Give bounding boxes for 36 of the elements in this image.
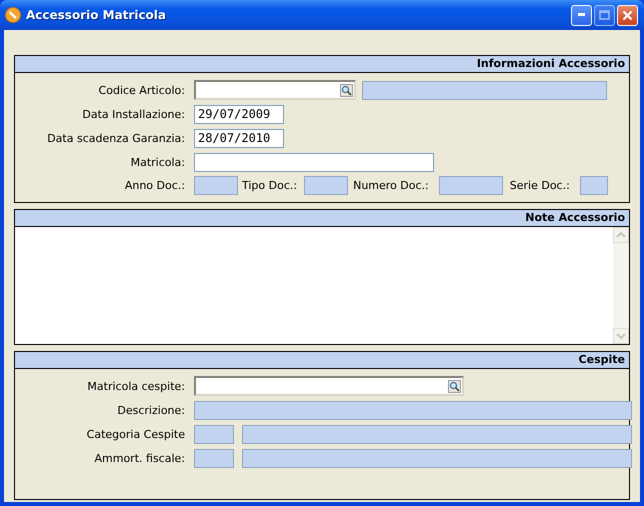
readonly-field bbox=[580, 176, 608, 194]
section-header: Note Accessorio bbox=[15, 210, 629, 227]
field-label: Descrizione: bbox=[116, 404, 186, 416]
field-label: Anno Doc.: bbox=[124, 178, 186, 192]
field-label: Codice Articolo: bbox=[98, 84, 186, 96]
field-label: Data Installazione: bbox=[81, 108, 186, 120]
maximize-icon bbox=[599, 10, 610, 20]
input-field[interactable] bbox=[194, 152, 434, 172]
readonly-field bbox=[194, 424, 234, 444]
field-label: Numero Doc.: bbox=[353, 178, 429, 192]
search-icon[interactable] bbox=[448, 380, 461, 392]
lookup-field[interactable] bbox=[194, 376, 464, 396]
field-label: Ammort. fiscale: bbox=[94, 452, 186, 464]
window-title: Accessorio Matricola bbox=[26, 8, 168, 22]
lookup-field[interactable] bbox=[194, 80, 356, 100]
close-icon bbox=[622, 10, 633, 20]
date-field[interactable]: 28/07/2010 bbox=[194, 128, 284, 148]
section-header: Informazioni Accessorio bbox=[15, 56, 629, 73]
search-icon[interactable] bbox=[340, 84, 353, 96]
readonly-field bbox=[438, 176, 503, 194]
field-label: Matricola: bbox=[130, 156, 186, 168]
section-header: Cespite bbox=[15, 352, 629, 369]
minimize-button[interactable] bbox=[571, 4, 592, 26]
maximize-button[interactable] bbox=[594, 4, 615, 26]
app-icon bbox=[5, 7, 21, 23]
readonly-field bbox=[194, 176, 238, 194]
close-button[interactable] bbox=[617, 4, 638, 26]
date-field[interactable]: 29/07/2009 bbox=[194, 104, 284, 124]
field-label: Data scadenza Garanzia: bbox=[46, 132, 186, 144]
minimize-icon bbox=[578, 13, 586, 17]
field-label: Tipo Doc.: bbox=[242, 178, 298, 192]
field-label: Categoria Cespite bbox=[86, 428, 186, 440]
readonly-field bbox=[194, 448, 234, 468]
field-label: Matricola cespite: bbox=[86, 380, 186, 392]
field-label: Serie Doc.: bbox=[510, 178, 570, 192]
readonly-field bbox=[304, 176, 348, 194]
